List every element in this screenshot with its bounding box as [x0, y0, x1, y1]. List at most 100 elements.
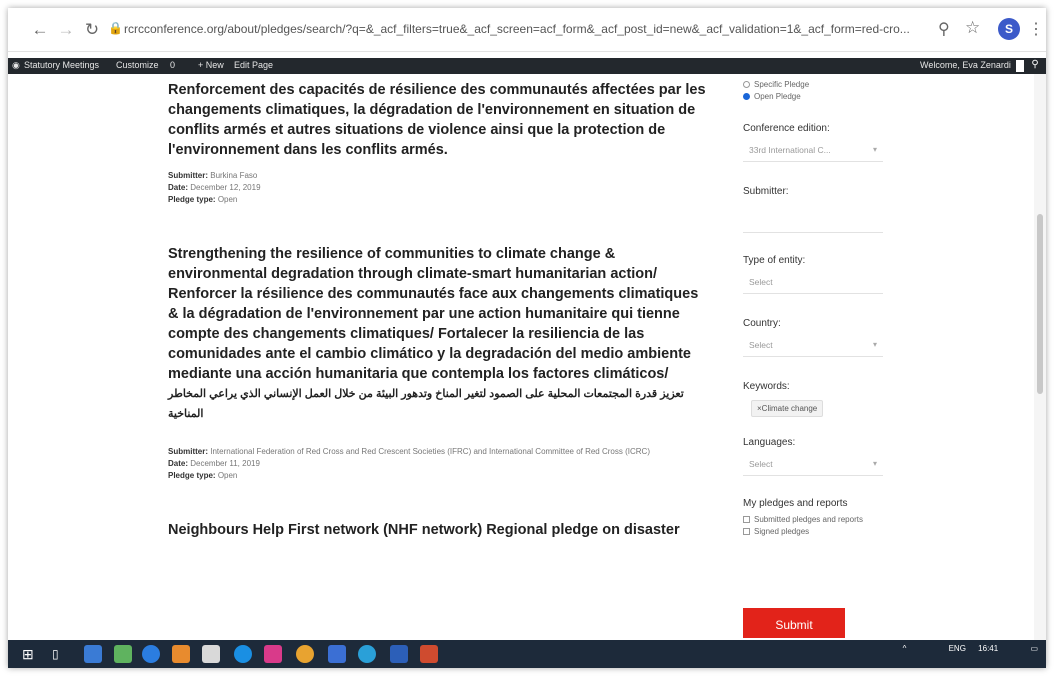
page-scrollbar[interactable]: [1034, 74, 1046, 640]
date-value: December 11, 2019: [190, 459, 260, 468]
date-value: December 12, 2019: [190, 183, 261, 192]
pledge-meta: Submitter: Burkina Faso Date: December 1…: [168, 170, 708, 206]
languages-select[interactable]: Select ▾: [743, 454, 883, 476]
edition-value: 33rd International C...: [749, 145, 831, 155]
keywords-field[interactable]: ×Climate change: [743, 398, 903, 417]
reload-icon[interactable]: ↻: [82, 20, 102, 40]
submitter-filter-label: Submitter:: [743, 186, 789, 197]
admin-bar-edit-page[interactable]: Edit Page: [234, 60, 273, 70]
app-icon[interactable]: [358, 645, 376, 663]
store-icon[interactable]: [202, 645, 220, 663]
submit-button[interactable]: Submit: [743, 608, 845, 638]
zoom-icon[interactable]: ⚲: [938, 19, 950, 39]
date-label: Date:: [168, 459, 189, 468]
pledge-title-arabic[interactable]: تعزيز قدرة المجتمعات المحلية على الصمود …: [168, 384, 708, 424]
radio-dot[interactable]: [743, 93, 750, 100]
pledge-type-value: Open: [217, 195, 238, 204]
tray-chevron-icon[interactable]: ^: [903, 644, 907, 653]
pledge-item: Strengthening the resilience of communit…: [168, 244, 708, 482]
my-pledges-label: My pledges and reports: [743, 498, 848, 509]
pledge-results: Renforcement des capacités de résilience…: [168, 80, 708, 540]
radio-dot[interactable]: [743, 81, 750, 88]
browser-toolbar: ← → ↻ 🔒 rcrcconference.org/about/pledges…: [8, 8, 1046, 52]
pledge-meta: Submitter: International Federation of R…: [168, 446, 708, 482]
app-icon[interactable]: [84, 645, 102, 663]
radio-open-pledge[interactable]: Open Pledge: [743, 92, 903, 101]
app-icon[interactable]: [264, 645, 282, 663]
entity-select[interactable]: Select: [743, 272, 883, 294]
task-view-icon[interactable]: ▯: [52, 645, 70, 663]
profile-avatar[interactable]: S: [998, 18, 1020, 40]
url-text[interactable]: rcrcconference.org/about/pledges/search/…: [124, 22, 929, 36]
checkbox[interactable]: [743, 516, 750, 523]
windows-start-icon[interactable]: ⊞: [22, 645, 40, 663]
system-tray: ^ ENG 16:41 ▭: [903, 644, 1038, 653]
entity-label: Type of entity:: [743, 255, 806, 266]
radio-label: Open Pledge: [754, 92, 801, 101]
country-placeholder: Select: [749, 340, 773, 350]
chevron-down-icon: ▾: [872, 145, 877, 154]
edition-select[interactable]: 33rd International C... ▾: [743, 140, 883, 162]
app-icon[interactable]: [420, 645, 438, 663]
edition-label: Conference edition:: [743, 123, 830, 134]
admin-bar: ◉ Statutory Meetings Customize 0 + New E…: [8, 58, 1046, 74]
checkbox-label: Signed pledges: [754, 527, 810, 536]
pledge-type-value: Open: [217, 471, 238, 480]
checkbox[interactable]: [743, 528, 750, 535]
filter-sidebar: Specific Pledge Open Pledge Conference e…: [743, 80, 903, 536]
search-icon[interactable]: ⚲: [1028, 59, 1042, 73]
bookmark-star-icon[interactable]: ☆: [965, 18, 980, 38]
keywords-label: Keywords:: [743, 381, 790, 392]
pledge-title[interactable]: Renforcement des capacités de résilience…: [168, 80, 708, 160]
browser-window: ← → ↻ 🔒 rcrcconference.org/about/pledges…: [8, 8, 1046, 668]
languages-placeholder: Select: [749, 459, 773, 469]
entity-placeholder: Select: [749, 277, 773, 287]
app-icon[interactable]: [234, 645, 252, 663]
submitter-input[interactable]: [743, 211, 883, 233]
app-icon[interactable]: [390, 645, 408, 663]
submitter-value: International Federation of Red Cross an…: [210, 447, 650, 456]
checkbox-signed[interactable]: Signed pledges: [743, 527, 903, 536]
notification-icon[interactable]: ▭: [1030, 644, 1038, 653]
app-icon[interactable]: [328, 645, 346, 663]
app-icon[interactable]: [172, 645, 190, 663]
date-label: Date:: [168, 183, 189, 192]
back-icon[interactable]: ←: [30, 20, 50, 40]
pledge-title[interactable]: Neighbours Help First network (NHF netwo…: [168, 520, 708, 540]
admin-bar-new[interactable]: + New: [198, 60, 224, 70]
pledge-item: Renforcement des capacités de résilience…: [168, 80, 708, 206]
scroll-thumb[interactable]: [1037, 214, 1043, 394]
checkbox-submitted[interactable]: Submitted pledges and reports: [743, 515, 903, 524]
forward-icon[interactable]: →: [56, 20, 76, 40]
radio-label: Specific Pledge: [754, 80, 810, 89]
chevron-down-icon: ▾: [872, 340, 877, 349]
country-select[interactable]: Select ▾: [743, 335, 883, 357]
submitter-value: Burkina Faso: [210, 171, 258, 180]
wp-logo-icon[interactable]: ◉: [12, 60, 20, 71]
admin-bar-customize[interactable]: Customize: [116, 60, 159, 70]
pledge-title[interactable]: Strengthening the resilience of communit…: [168, 244, 708, 384]
tray-time[interactable]: 16:41: [978, 644, 998, 653]
country-label: Country:: [743, 318, 781, 329]
tray-lang[interactable]: ENG: [949, 644, 966, 653]
radio-specific-pledge[interactable]: Specific Pledge: [743, 80, 903, 89]
avatar[interactable]: [1016, 60, 1024, 72]
lock-icon: 🔒: [108, 21, 123, 35]
checkbox-label: Submitted pledges and reports: [754, 515, 863, 524]
address-bar[interactable]: 🔒 rcrcconference.org/about/pledges/searc…: [108, 17, 1044, 43]
admin-bar-comments[interactable]: 0: [170, 60, 175, 70]
admin-bar-welcome[interactable]: Welcome, Eva Zenardi: [920, 60, 1011, 70]
pledge-type-label: Pledge type:: [168, 195, 216, 204]
submitter-label: Submitter:: [168, 447, 208, 456]
edge-icon[interactable]: [142, 645, 160, 663]
chevron-down-icon: ▾: [872, 459, 877, 468]
taskbar: ⊞ ▯ ^ ENG 16:41 ▭: [8, 640, 1046, 668]
languages-label: Languages:: [743, 437, 796, 448]
pledge-item: Neighbours Help First network (NHF netwo…: [168, 520, 708, 540]
submitter-label: Submitter:: [168, 171, 208, 180]
keyword-tag[interactable]: ×Climate change: [751, 400, 824, 417]
app-icon[interactable]: [114, 645, 132, 663]
app-icon[interactable]: [296, 645, 314, 663]
admin-bar-site[interactable]: Statutory Meetings: [24, 60, 99, 70]
menu-kebab-icon[interactable]: ⋮: [1028, 19, 1044, 39]
